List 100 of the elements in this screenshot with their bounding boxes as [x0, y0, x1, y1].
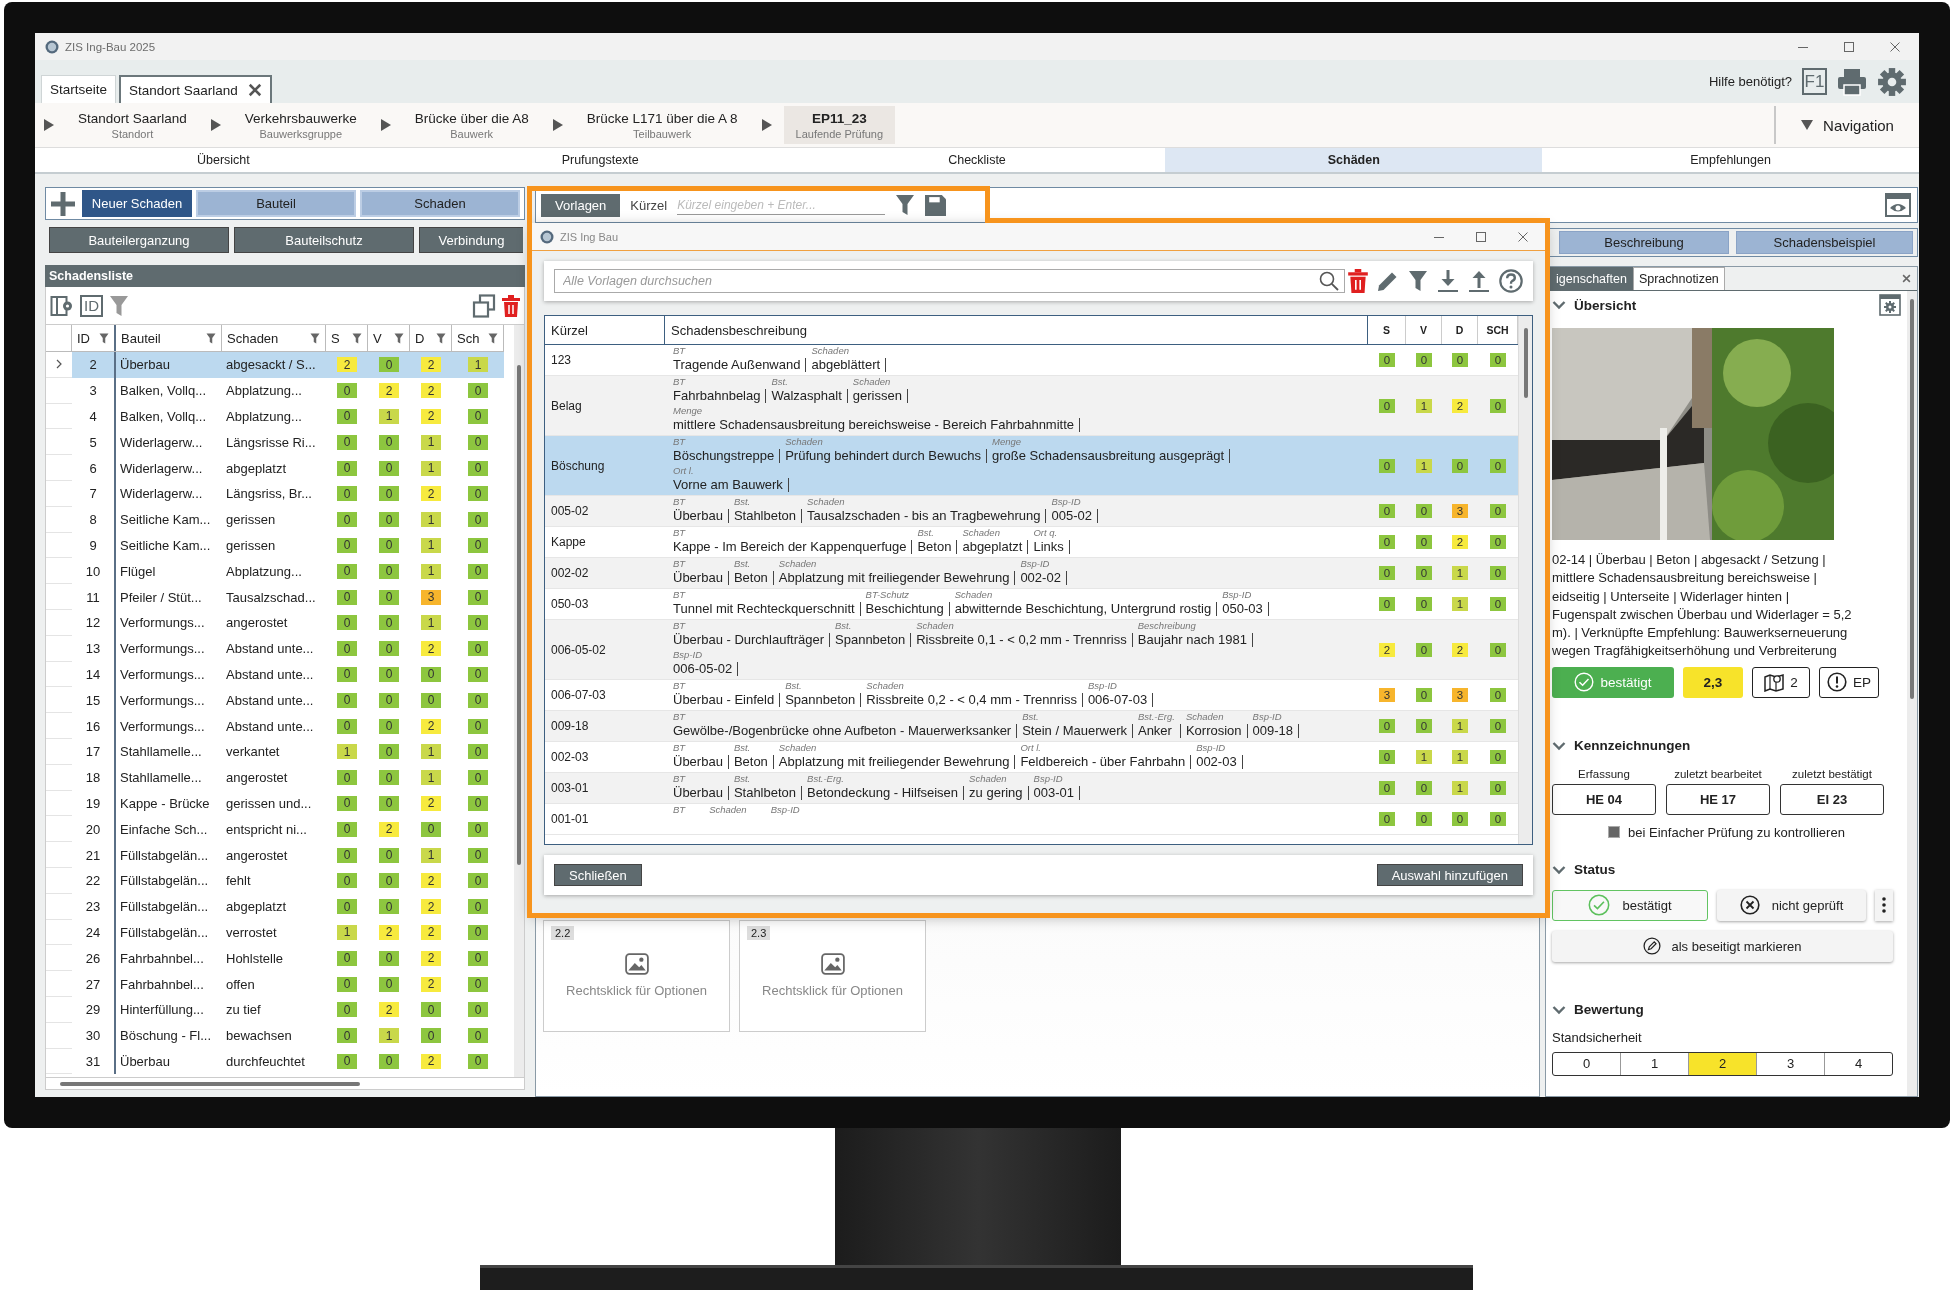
filter-icon[interactable] [310, 332, 320, 344]
toolbar-button[interactable]: Beschreibung [1559, 231, 1729, 254]
toolbar-button[interactable]: Verbindung [419, 227, 523, 253]
table-row[interactable]: 009-18 BT Gewölbe-/Bogenbrücke ohne Aufbeton - Mauerwerksanker Bst. Stein / Mauerwerk Bst.-Erg. Anker Schaden Korrosion Bsp-ID 009-18 0 0 1 0 [545, 711, 1518, 742]
table-row[interactable]: 17 Stahllamelle... verkantet 1 0 1 0 [46, 738, 504, 765]
table-row[interactable]: 003-01 BT Überbau Bst. Stahlbeton Bst.-Erg. Betondeckung - Hilfseisen Schaden zu gering Bsp-ID 003-01 0 0 1 0 [545, 773, 1518, 804]
navigation-label[interactable]: Navigation [1823, 116, 1894, 134]
breadcrumb-item[interactable]: Verkehrsbauwerke Bauwerksgruppe [232, 106, 369, 144]
save-icon[interactable] [925, 194, 947, 216]
column-header[interactable]: Schaden [222, 325, 326, 351]
filter-icon[interactable] [206, 332, 216, 344]
pencil-icon[interactable] [1377, 270, 1399, 292]
maximize-icon[interactable] [1475, 230, 1487, 243]
table-row[interactable]: 11 Pfeiler / Stüt... Tausalzschad... 0 0 3 0 [46, 584, 504, 610]
column-settings-icon[interactable] [50, 293, 74, 318]
column-header[interactable]: Kürzel [545, 316, 665, 344]
filter-icon[interactable] [352, 332, 362, 344]
help-icon[interactable] [1499, 269, 1523, 293]
table-row[interactable]: 21 Füllstabgelän... angerostet 0 0 1 0 [46, 842, 504, 868]
close-icon[interactable] [1889, 40, 1901, 53]
filter-icon[interactable] [895, 194, 916, 216]
table-row[interactable]: 30 Böschung - Fl... bewachsen 0 1 0 0 [46, 1022, 504, 1049]
tab[interactable]: Startseite [41, 75, 117, 103]
column-header[interactable]: V [368, 325, 410, 351]
chevron-icon[interactable] [1552, 298, 1566, 312]
image-slot[interactable]: 2.2 Rechtsklick für Optionen [543, 920, 730, 1032]
toolbar-button[interactable]: Schadensbeispiel [1736, 231, 1913, 254]
filter-icon[interactable] [488, 332, 498, 344]
column-header[interactable]: D [1442, 316, 1478, 344]
table-row[interactable]: Böschung BT Böschungstreppe Schaden Prüfung behindert durch Bewuchs Menge große Schadensausbreitung ausgeprägt Ort l. Vorne am Bauwerk 0 1 0 0 [545, 436, 1518, 496]
maximize-icon[interactable] [1843, 40, 1855, 53]
tab[interactable]: Checkliste [788, 148, 1166, 172]
table-row[interactable]: 26 Fahrbahnbel... Hohlstelle 0 0 2 0 [46, 945, 504, 972]
table-row[interactable]: 3 Balken, Vollq... Abplatzung... 0 2 2 0 [46, 377, 504, 404]
ep-button[interactable]: EP [1819, 666, 1879, 698]
table-row[interactable]: 4 Balken, Vollq... Abplatzung... 0 1 2 0 [46, 403, 504, 430]
table-row[interactable]: 7 Widerlagerw... Längsriss, Br... 0 0 2 0 [46, 481, 504, 507]
tab[interactable]: Empfehlungen [1542, 148, 1919, 172]
table-row[interactable]: 12 Verformungs... angerostet 0 0 1 0 [46, 609, 504, 636]
close-button[interactable]: Schließen [554, 864, 642, 886]
table-row[interactable]: 29 Hinterfüllung... zu tief 0 2 0 0 [46, 996, 504, 1023]
tab[interactable]: Übersicht [35, 148, 412, 172]
table-row[interactable]: 002-02 BT Überbau Bst. Beton Schaden Abplatzung mit freiliegender Bewehrung Bsp-ID 002-02 0 0 1 0 [545, 558, 1518, 589]
table-row[interactable]: 18 Stahllamelle... angerostet 0 0 1 0 [46, 764, 504, 791]
trash-icon[interactable] [502, 294, 520, 317]
copy-icon[interactable] [472, 293, 496, 318]
table-row[interactable]: 22 Füllstabgelän... fehlt 0 0 2 0 [46, 867, 504, 894]
table-row[interactable]: 19 Kappe - Brücke gerissen und... 0 0 2 0 [46, 790, 504, 817]
table-row[interactable]: 16 Verformungs... Abstand unte... 0 0 2 0 [46, 713, 504, 739]
column-header[interactable]: Bauteil [116, 325, 222, 351]
close-icon[interactable] [1902, 274, 1911, 283]
trash-icon[interactable] [1348, 269, 1368, 293]
locations-button[interactable]: 2 [1752, 666, 1810, 698]
table-row[interactable]: 5 Widerlagerw... Längsrisse Ri... 0 0 1 0 [46, 429, 504, 456]
table-row[interactable]: 8 Seitliche Kam... gerissen 0 0 1 0 [46, 506, 504, 533]
filter-icon[interactable] [109, 293, 129, 318]
breadcrumb-item[interactable]: EP11_23 Laufende Prüfung [783, 106, 896, 144]
column-header[interactable]: Sch [452, 325, 504, 351]
status-button[interactable]: bestätigt [1552, 889, 1708, 921]
table-row[interactable]: 005-02 BT Überbau Bst. Stahlbeton Schaden Tausalzschaden - bis an Tragbewehrung Bsp-ID 005-02 0 0 3 0 [545, 496, 1518, 527]
close-icon[interactable] [1517, 230, 1529, 243]
filter-icon[interactable] [394, 332, 404, 344]
tab[interactable]: Schäden [1165, 148, 1543, 172]
table-row[interactable]: 006-05-02 BT Überbau - Durchlaufträger Bst. Spannbeton Schaden Rissbreite 0,1 - < 0,2 mm - Trennriss Beschreibung Baujahr nach 1981 Bsp-ID 006-05-02 2 0 2 0 [545, 620, 1518, 680]
table-row[interactable]: 6 Widerlagerw... abgeplatzt 0 0 1 0 [46, 455, 504, 481]
breadcrumb-item[interactable]: Brücke L171 über die A 8 Teilbauwerk [574, 106, 750, 144]
table-row[interactable]: 10 Flügel Abplatzung... 0 0 1 0 [46, 558, 504, 585]
table-row[interactable]: 20 Einfache Sch... entspricht ni... 0 2 0 0 [46, 816, 504, 843]
tab[interactable]: Sprachnotizen [1632, 267, 1725, 290]
breadcrumb-item[interactable]: Brücke über die A8 Bauwerk [402, 106, 541, 144]
tab[interactable]: Prufungstexte [411, 148, 789, 172]
status-button[interactable]: nicht geprüft [1717, 889, 1866, 921]
printer-icon[interactable] [1837, 67, 1867, 96]
filter-icon[interactable] [99, 332, 109, 344]
plus-icon[interactable] [50, 190, 76, 217]
column-header[interactable]: V [1406, 316, 1442, 344]
scale-option[interactable]: 4 [1824, 1052, 1892, 1075]
close-icon[interactable] [247, 83, 262, 97]
column-header[interactable]: S [326, 325, 368, 351]
table-row[interactable]: 31 Überbau durchfeuchtet 0 0 2 0 [46, 1048, 504, 1075]
tab[interactable]: Standort Saarland [119, 75, 272, 103]
mark-removed-button[interactable]: als beseitigt markieren [1552, 930, 1893, 962]
checkbox[interactable] [1608, 826, 1621, 839]
toolbar-button[interactable]: Bauteilerganzung [49, 227, 229, 253]
new-damage-button[interactable]: Neuer Schaden [82, 190, 192, 217]
column-header[interactable]: S [1368, 316, 1406, 344]
settings-icon[interactable] [1879, 294, 1901, 316]
table-row[interactable]: 14 Verformungs... Abstand unte... 0 0 0 0 [46, 661, 504, 688]
toolbar-button[interactable]: Schaden [360, 190, 520, 217]
upload-icon[interactable] [1468, 269, 1490, 293]
table-row[interactable]: 23 Füllstabgelän... abgeplatzt 0 0 2 0 [46, 893, 504, 920]
settings-icon[interactable] [1877, 66, 1907, 97]
tab[interactable]: igenschaften [1550, 267, 1633, 290]
add-selection-button[interactable]: Auswahl hinzufügen [1376, 864, 1523, 886]
scale-option[interactable]: 0 [1553, 1052, 1620, 1075]
search-field[interactable]: Alle Vorlagen durchsuchen [554, 269, 1345, 293]
table-row[interactable]: 27 Fahrbahnbel... offen 0 0 2 0 [46, 971, 504, 997]
breadcrumb-item[interactable]: Standort Saarland Standort [66, 106, 199, 144]
search-icon[interactable] [1319, 271, 1339, 291]
more-button[interactable] [1875, 889, 1893, 921]
